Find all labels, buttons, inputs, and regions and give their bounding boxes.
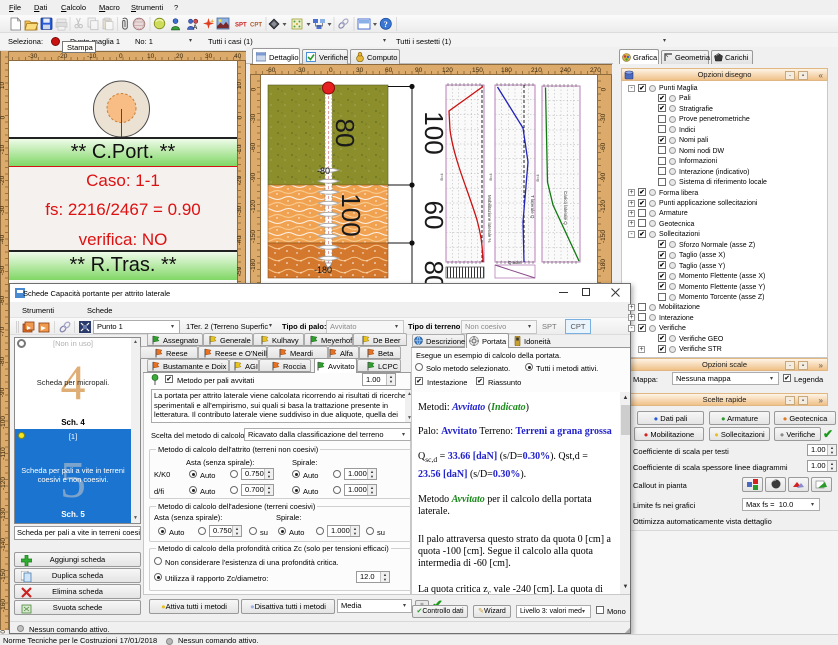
svg-text:Q adm: Q adm <box>508 260 522 265</box>
svg-text:Mobilitazione laterale %: Mobilitazione laterale % <box>487 195 492 243</box>
svg-text:B=4: B=4 <box>535 174 540 182</box>
svg-text:?: ? <box>384 20 388 29</box>
svg-text:T laterale Q: T laterale Q <box>530 195 535 219</box>
svg-text:CPT: CPT <box>250 23 262 29</box>
svg-text:B=4: B=4 <box>439 173 444 181</box>
svg-text:Carico laterale Q: Carico laterale Q <box>563 191 568 225</box>
svg-text:SPT: SPT <box>235 23 247 29</box>
svg-text:B=4: B=4 <box>488 173 493 181</box>
svg-text:A: A <box>193 25 198 31</box>
